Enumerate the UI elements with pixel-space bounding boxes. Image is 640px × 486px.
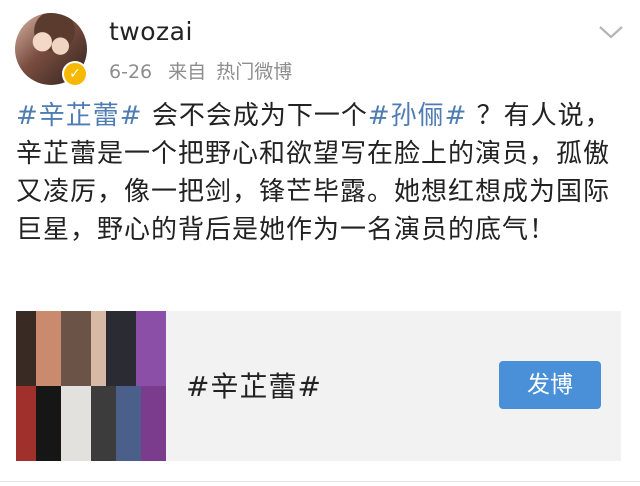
source-prefix: 来自 [168, 61, 207, 83]
topic-card[interactable]: #辛芷蕾# 发博 [16, 311, 621, 461]
topic-card-title[interactable]: #辛芷蕾# [186, 365, 322, 405]
verified-badge-icon: ✓ [62, 61, 88, 87]
topic-link-sunli[interactable]: #孙俪# [368, 101, 468, 131]
divider [0, 481, 640, 482]
post-content: #辛芷蕾# 会不会成为下一个#孙俪# ？有人说，辛芷蕾是一个把野心和欲望写在脸上… [16, 97, 628, 249]
topic-thumbnail-image [16, 311, 166, 461]
post-button[interactable]: 发博 [499, 361, 601, 409]
post-date: 6-26 [109, 61, 153, 83]
topic-link-xinzhilei[interactable]: #辛芷蕾# [16, 101, 143, 131]
post-meta: 6-26 来自 热门微博 [109, 57, 302, 84]
post-source[interactable]: 热门微博 [216, 61, 292, 83]
post-text-segment: 会不会成为下一个 [142, 101, 368, 131]
username[interactable]: twozai [109, 17, 193, 46]
chevron-down-icon[interactable] [597, 22, 625, 42]
